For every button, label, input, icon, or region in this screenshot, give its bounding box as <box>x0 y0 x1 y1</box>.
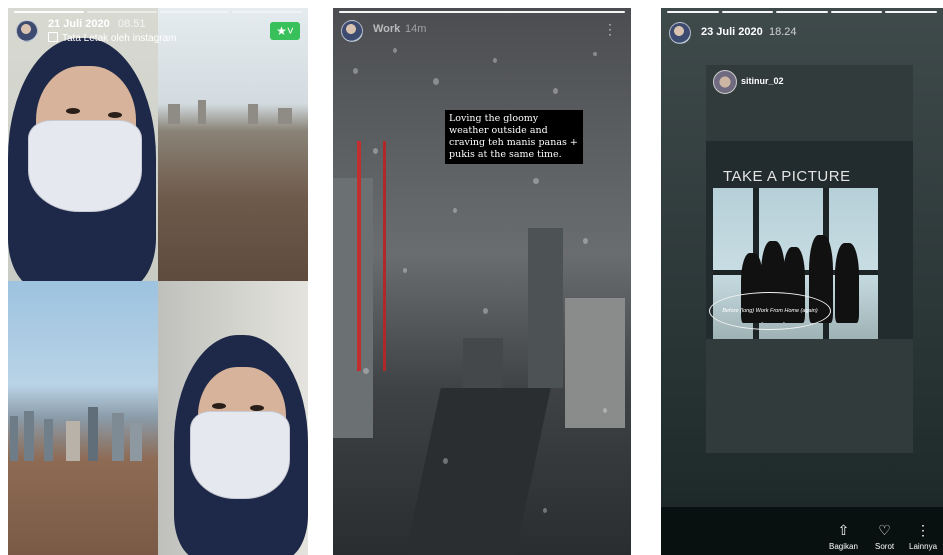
story-progress-bar <box>667 11 937 13</box>
story-date: 21 Juli 2020 <box>48 18 110 30</box>
highlight-title: Work <box>373 23 401 35</box>
highlight-button[interactable]: ♡ Sorot <box>875 522 894 551</box>
story-panel-rain[interactable]: Work 14m ⋮ Loving the gloomy weather out… <box>333 8 631 555</box>
more-label: Lainnya <box>909 542 938 551</box>
profile-avatar[interactable] <box>16 20 38 42</box>
progress-segment <box>232 11 302 13</box>
construction-crane <box>357 141 386 371</box>
story-panel-layout[interactable]: 21 Juli 2020 08.51 Tata Letak oleh insta… <box>8 8 308 555</box>
share-button[interactable]: ⇧ Bagikan <box>829 522 858 551</box>
story-action-bar: ⇧ Bagikan ♡ Sorot ⋮ Lainnya <box>661 507 943 555</box>
story-progress-bar <box>339 11 625 13</box>
share-label: Bagikan <box>829 542 858 551</box>
city-photo-top <box>158 8 308 281</box>
progress-segment <box>667 11 719 13</box>
progress-segment <box>776 11 828 13</box>
progress-segment <box>159 11 230 13</box>
more-icon: ⋮ <box>916 522 931 538</box>
profile-avatar[interactable] <box>341 20 363 42</box>
profile-avatar[interactable] <box>669 22 691 44</box>
layout-icon <box>48 32 58 42</box>
share-icon: ⇧ <box>837 522 850 538</box>
story-panel-repost[interactable]: 23 Juli 2020 18.24 sitinur_02 TAKE A PIC… <box>661 8 943 555</box>
city-photo-bottom <box>8 281 158 555</box>
selfie-photo-bottom <box>158 281 308 555</box>
repost-user-avatar[interactable] <box>713 70 737 94</box>
more-button[interactable]: ⋮ Lainnya <box>909 522 937 551</box>
progress-segment <box>14 11 84 13</box>
story-time: 08.51 <box>118 18 146 30</box>
story-date: 23 Juli 2020 <box>701 26 763 38</box>
poster-caption: Before (long) Work From Home (again) <box>709 292 831 330</box>
progress-segment <box>339 11 625 13</box>
progress-segment <box>830 11 883 13</box>
layout-label: Tata Letak oleh instagram <box>62 33 177 44</box>
progress-segment <box>721 11 774 13</box>
layout-attribution: Tata Letak oleh instagram <box>48 32 177 44</box>
rainy-city-photo <box>333 8 631 555</box>
poster-title: TAKE A PICTURE <box>723 168 851 185</box>
story-progress-bar <box>14 11 302 13</box>
story-time: 18.24 <box>769 26 797 38</box>
story-time: 14m <box>405 23 427 35</box>
highlight-icon: ♡ <box>878 522 891 538</box>
repost-username[interactable]: sitinur_02 <box>741 76 784 86</box>
more-icon[interactable]: ⋮ <box>603 21 617 38</box>
story-caption: Loving the gloomy weather outside and cr… <box>445 110 583 164</box>
highlight-label: Sorot <box>875 542 895 551</box>
progress-segment <box>86 11 157 13</box>
progress-segment <box>885 11 937 13</box>
star-sticker-button[interactable]: ★˅ <box>270 22 300 40</box>
selfie-photo-top <box>8 8 158 288</box>
